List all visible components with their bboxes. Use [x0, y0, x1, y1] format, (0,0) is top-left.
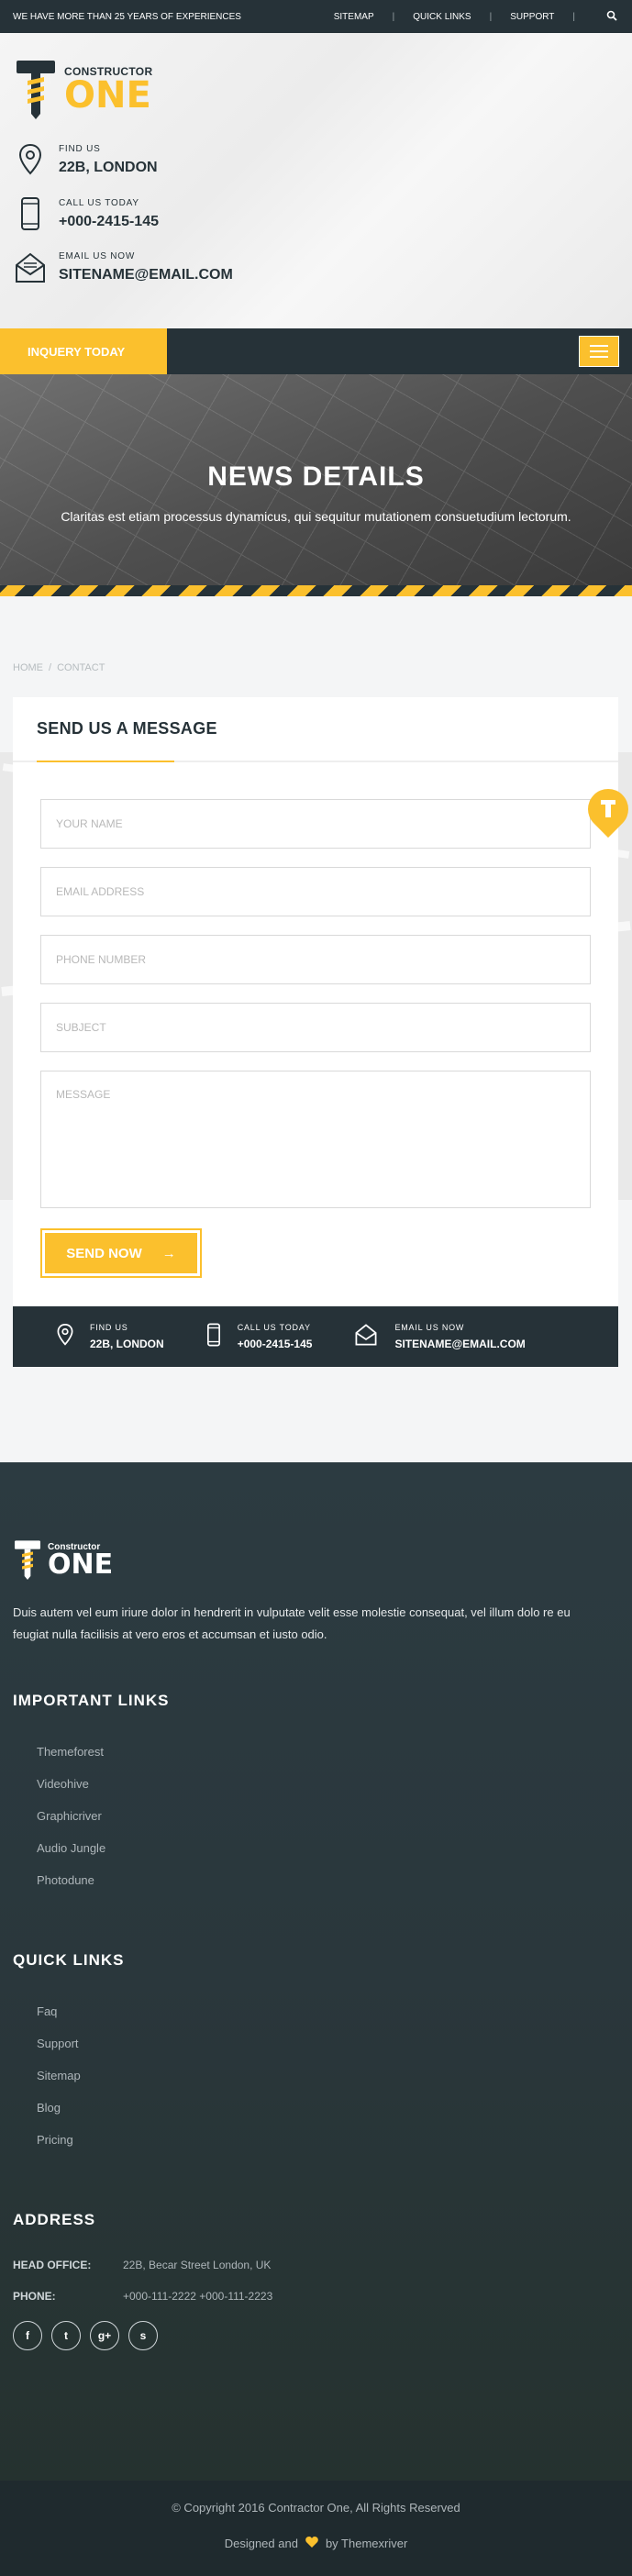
footer-link[interactable]: Themeforest [37, 1745, 619, 1777]
contact-label: EMAIL US NOW [394, 1323, 465, 1332]
logo[interactable]: CONSTRUCTOR ONE [15, 59, 632, 119]
contact-call: CALL US TODAY +000-2415-145 [206, 1323, 313, 1351]
footer-link[interactable]: Videohive [37, 1777, 619, 1809]
footer-logo-line2: ONE [48, 1548, 114, 1581]
footer-link[interactable]: Support [37, 2037, 619, 2069]
subject-input[interactable]: SUBJECT [40, 1003, 591, 1052]
footer-link[interactable]: Photodune [37, 1873, 619, 1905]
social-links: f t g+ s [13, 2321, 619, 2350]
hazard-stripe [0, 585, 632, 596]
map-pin-icon [57, 1323, 73, 1351]
map-pin-icon [15, 143, 46, 176]
info-label: FIND US [59, 143, 101, 154]
name-input[interactable]: YOUR NAME [40, 799, 591, 849]
phone-icon [15, 196, 46, 231]
footer-description: Duis autem vel eum iriure dolor in hendr… [13, 1605, 571, 1641]
form-title: SEND US A MESSAGE [37, 719, 217, 738]
info-value: 22B, LONDON [59, 159, 158, 175]
info-call: CALL US TODAY +000-2415-145 [15, 196, 632, 231]
twitter-icon[interactable]: t [51, 2321, 81, 2350]
footer: Constructor ONE Duis autem vel eum iriure… [0, 1462, 632, 2481]
footer-link[interactable]: Faq [37, 2004, 619, 2037]
breadcrumb: HOME / CONTACT [13, 662, 105, 673]
support-link[interactable]: SUPPORT [510, 12, 554, 22]
info-value: SITENAME@EMAIL.COM [59, 267, 233, 283]
facebook-icon[interactable]: f [13, 2321, 42, 2350]
contact-value: +000-2415-145 [237, 1338, 313, 1350]
info-email: EMAIL US NOW SITENAME@EMAIL.COM [15, 251, 632, 283]
page-title: NEWS DETAILS [207, 461, 425, 492]
contact-find-us: FIND US 22B, LONDON [57, 1323, 164, 1351]
footer-link[interactable]: Sitemap [37, 2069, 619, 2101]
send-label: SEND NOW [66, 1245, 142, 1261]
footer-logo[interactable]: Constructor ONE [13, 1539, 619, 1580]
top-bar: WE HAVE MORE THAN 25 YEARS OF EXPERIENCE… [0, 0, 632, 33]
heart-icon [305, 2537, 318, 2550]
head-office-value: 22B, Becar Street London, UK [123, 2259, 272, 2271]
screw-logo-icon [15, 1540, 40, 1580]
contact-value: SITENAME@EMAIL.COM [394, 1338, 526, 1350]
breadcrumb-current: CONTACT [57, 662, 105, 673]
nav-bar: INQUERY TODAY [0, 328, 632, 374]
contact-section: SEND US A MESSAGE YOUR NAME EMAIL ADDRES… [0, 697, 632, 1367]
arrow-right-icon: → [161, 1245, 176, 1261]
phone-input[interactable]: PHONE NUMBER [40, 935, 591, 984]
skype-icon[interactable]: s [128, 2321, 158, 2350]
copyright-bar: © Copyright 2016 Contractor One, All Rig… [0, 2481, 632, 2576]
important-links-heading: IMPORTANT LINKS [13, 1692, 170, 1709]
contact-label: CALL US TODAY [237, 1323, 311, 1332]
google-plus-icon[interactable]: g+ [90, 2321, 119, 2350]
designer-text: by Themexriver [325, 2537, 408, 2550]
contact-form: SEND US A MESSAGE YOUR NAME EMAIL ADDRES… [13, 697, 618, 1306]
message-textarea[interactable]: MESSAGE [40, 1071, 591, 1208]
info-find-us: FIND US 22B, LONDON [15, 143, 632, 176]
inquiry-button[interactable]: INQUERY TODAY [0, 328, 167, 374]
breadcrumb-home[interactable]: HOME [13, 662, 43, 673]
send-button[interactable]: SEND NOW → [45, 1233, 197, 1273]
envelope-icon [15, 252, 46, 283]
brand-line2: ONE [64, 74, 151, 117]
info-label: EMAIL US NOW [59, 251, 136, 261]
info-value: +000-2415-145 [59, 213, 159, 229]
info-label: CALL US TODAY [59, 197, 139, 208]
menu-toggle-icon[interactable] [579, 336, 619, 367]
address-block: HEAD OFFICE: 22B, Becar Street London, UK… [13, 2259, 619, 2303]
footer-link[interactable]: Audio Jungle [37, 1841, 619, 1873]
contact-email: EMAIL US NOW SITENAME@EMAIL.COM [354, 1323, 526, 1350]
copyright-text: © Copyright 2016 Contractor One, All Rig… [172, 2501, 460, 2515]
quick-links-heading: QUICK LINKS [13, 1951, 125, 1969]
sitemap-link[interactable]: SITEMAP [334, 12, 374, 22]
phone-icon [206, 1323, 221, 1351]
envelope-icon [354, 1323, 378, 1350]
head-office-label: HEAD OFFICE: [13, 2259, 92, 2271]
important-links-list: Themeforest Videohive Graphicriver Audio… [13, 1745, 619, 1905]
contact-label: FIND US [90, 1323, 128, 1332]
screw-logo-icon [17, 61, 55, 119]
phone-value: +000-111-2222 +000-111-2223 [123, 2290, 273, 2303]
footer-link[interactable]: Pricing [37, 2133, 619, 2165]
email-input[interactable]: EMAIL ADDRESS [40, 867, 591, 916]
contact-info-bar: FIND US 22B, LONDON CALL US TODAY +000-241… [13, 1306, 618, 1367]
address-heading: ADDRESS [13, 2211, 96, 2228]
page-subtitle: Claritas est etiam processus dynamicus, … [61, 509, 571, 524]
top-nav: SITEMAP | QUICK LINKS | SUPPORT | [334, 10, 619, 23]
quick-links-link[interactable]: QUICK LINKS [413, 12, 471, 22]
contact-value: 22B, LONDON [90, 1338, 164, 1350]
search-icon[interactable] [606, 10, 619, 23]
page-banner: NEWS DETAILS Claritas est etiam processu… [0, 374, 632, 585]
footer-link[interactable]: Blog [37, 2101, 619, 2133]
header: CONSTRUCTOR ONE FIND US 22B, LONDON CALL … [0, 33, 632, 328]
quick-links-list: Faq Support Sitemap Blog Pricing [13, 2004, 619, 2165]
phone-label: PHONE: [13, 2290, 56, 2303]
designed-text: Designed and [224, 2537, 298, 2550]
footer-link[interactable]: Graphicriver [37, 1809, 619, 1841]
tagline: WE HAVE MORE THAN 25 YEARS OF EXPERIENCE… [13, 11, 241, 22]
send-button-frame[interactable]: SEND NOW → [40, 1228, 202, 1278]
